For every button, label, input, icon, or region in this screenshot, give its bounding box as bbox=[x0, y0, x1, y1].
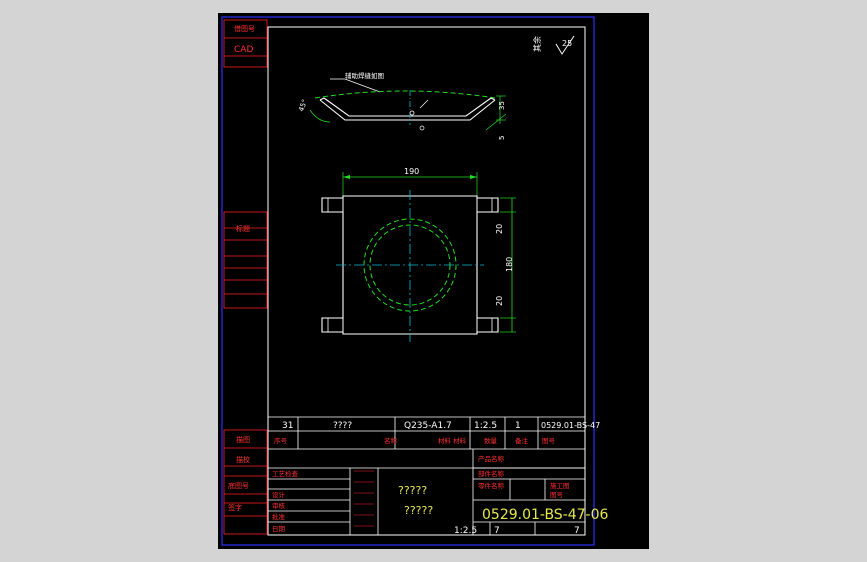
dim-width: 190 bbox=[404, 167, 419, 176]
parts-header-4: 数量 bbox=[484, 436, 498, 445]
parts-header-1: 序号 bbox=[274, 436, 288, 445]
tb-row-1: 工艺检查 bbox=[272, 469, 299, 478]
part-qty: 1 bbox=[515, 421, 521, 431]
parts-header-5: 备注 bbox=[515, 436, 529, 445]
part-name: ???? bbox=[333, 421, 352, 431]
tb-title-1: ????? bbox=[398, 484, 427, 497]
tb-row-2: 设计 bbox=[272, 490, 286, 499]
tb-sheet-a: 7 bbox=[494, 526, 500, 536]
tb-right-label-1: 产品名称 bbox=[478, 454, 505, 463]
tb-row-5: 日期 bbox=[272, 525, 286, 533]
drawing-sheet bbox=[218, 13, 649, 549]
drawing-code: 0529.01-BS-47-06 bbox=[482, 507, 609, 523]
cad-drawing-viewport: 借图号 CAD 标题 描图 描校 底图号 签字 其余 25 辅助焊缝如图 45°… bbox=[218, 13, 649, 549]
parts-header-2: 名称 bbox=[384, 436, 398, 445]
tb-title-2: ????? bbox=[404, 504, 433, 517]
dim-height-180: 180 bbox=[505, 257, 514, 272]
tb-sheet-b: 7 bbox=[574, 526, 580, 536]
roughness-label: 其余 bbox=[532, 36, 542, 52]
left-lower-1: 描图 bbox=[236, 435, 250, 444]
tb-scale: 1:2.5 bbox=[454, 526, 477, 536]
left-mid-label: 标题 bbox=[236, 224, 250, 233]
part-drawing-no: 0529.01-BS-47 bbox=[541, 421, 600, 430]
dim-height-top: 35 bbox=[498, 101, 506, 110]
tb-right-col-a: 施工图 bbox=[550, 481, 570, 490]
part-material: Q235-A1.7 bbox=[404, 421, 452, 431]
left-lower-2: 描校 bbox=[236, 455, 250, 464]
dim-side-20-top: 20 bbox=[495, 224, 504, 234]
dim-side-20-bottom: 20 bbox=[495, 296, 504, 306]
tb-row-3: 审核 bbox=[272, 501, 286, 510]
left-lower-4: 签字 bbox=[228, 503, 242, 512]
left-box-2: CAD bbox=[234, 45, 253, 55]
tb-right-col-b: 图号 bbox=[550, 491, 564, 499]
parts-header-6: 图号 bbox=[542, 437, 556, 445]
part-index: 31 bbox=[282, 421, 293, 431]
dim-height-small: 5 bbox=[498, 136, 506, 140]
weld-note: 辅助焊缝如图 bbox=[345, 71, 384, 80]
tb-right-label-3: 零件名称 bbox=[478, 481, 505, 490]
left-lower-3: 底图号 bbox=[228, 481, 249, 490]
part-scale: 1:2.5 bbox=[474, 421, 497, 431]
roughness-value: 25 bbox=[562, 39, 572, 48]
tb-right-label-2: 部件名称 bbox=[478, 469, 505, 478]
parts-header-3: 材料 材料 bbox=[438, 436, 467, 445]
tb-row-4: 批准 bbox=[272, 512, 286, 521]
left-box-1: 借图号 bbox=[234, 24, 255, 33]
